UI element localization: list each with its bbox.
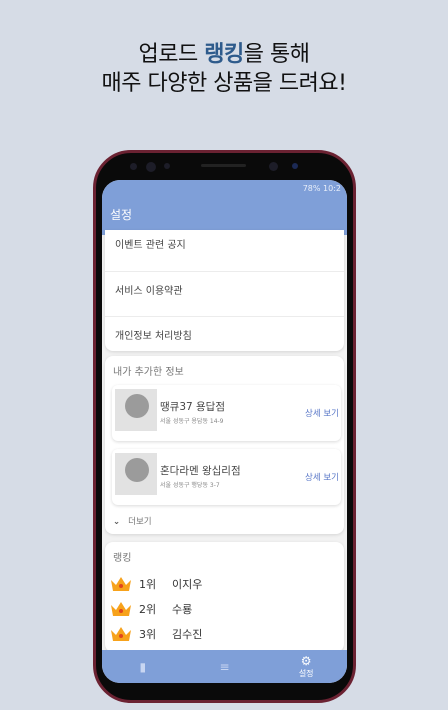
- app-screen: 78% 10:2 설정 이벤트 관련 공지 서비스 이용약관 개인정보 처리방침…: [102, 180, 347, 683]
- ranking-section: 랭킹 1위 이지우 2위 수룡 3위 김수진: [105, 542, 344, 652]
- page-title: 설정: [110, 208, 133, 222]
- more-button[interactable]: ⌄ 더보기: [105, 513, 344, 533]
- menu-item-privacy[interactable]: 개인정보 처리방침: [105, 317, 344, 351]
- place-card[interactable]: 혼다라멘 왕십리점 서울 성동구 행당동 3-7 상세 보기: [112, 449, 341, 505]
- nav-settings[interactable]: ⚙ 설정: [265, 650, 347, 683]
- nav-map[interactable]: ▮: [102, 650, 184, 683]
- headline-highlight: 랭킹: [204, 42, 244, 67]
- headline-line2: 매주 다양한 상품을 드려요!: [101, 71, 347, 96]
- rank-position: 1위: [139, 577, 157, 591]
- place-name: 혼다라멘 왕십리점: [160, 465, 241, 477]
- rank-name: 김수진: [172, 627, 203, 641]
- place-name: 땡큐37 용답점: [160, 401, 225, 413]
- menu-icon: ≡: [219, 659, 230, 674]
- promo-headline: 업로드 랭킹을 통해 매주 다양한 상품을 드려요!: [0, 40, 448, 98]
- place-address: 서울 성동구 용답동 14-9: [160, 418, 224, 425]
- more-label: 더보기: [128, 517, 152, 527]
- sensor-icon: [164, 163, 170, 169]
- headline-text: 업로드: [138, 42, 205, 67]
- rank-position: 2위: [139, 602, 157, 616]
- chevron-down-icon: ⌄: [113, 517, 121, 527]
- ranking-row: 2위 수룡: [105, 596, 344, 621]
- status-bar: 78% 10:2: [302, 184, 341, 193]
- view-detail-link[interactable]: 상세 보기: [305, 471, 339, 483]
- crown-icon: [111, 576, 131, 591]
- rank-name: 이지우: [172, 577, 203, 591]
- speaker-grille: [201, 164, 246, 167]
- nav-settings-label: 설정: [298, 669, 314, 678]
- headline-text: 을 통해: [243, 42, 310, 67]
- place-thumbnail: [115, 453, 157, 495]
- bottom-nav: ▮ ≡ ⚙ 설정: [102, 650, 347, 683]
- ranking-row: 3위 김수진: [105, 621, 344, 646]
- sensor-icon: [292, 163, 298, 169]
- place-thumbnail: [115, 389, 157, 431]
- app-bar: 78% 10:2 설정: [102, 180, 347, 235]
- place-address: 서울 성동구 행당동 3-7: [160, 482, 220, 489]
- ranking-row: 1위 이지우: [105, 571, 344, 596]
- settings-menu: 이벤트 관련 공지 서비스 이용약관 개인정보 처리방침: [105, 230, 344, 351]
- phone-mockup: 78% 10:2 설정 이벤트 관련 공지 서비스 이용약관 개인정보 처리방침…: [93, 150, 356, 703]
- nav-list[interactable]: ≡: [184, 650, 266, 683]
- map-icon: ▮: [139, 659, 147, 674]
- globe-icon: [125, 394, 149, 418]
- rank-position: 3위: [139, 627, 157, 641]
- crown-icon: [111, 601, 131, 616]
- place-card[interactable]: 땡큐37 용답점 서울 성동구 용답동 14-9 상세 보기: [112, 385, 341, 441]
- camera-icon: [269, 162, 278, 171]
- view-detail-link[interactable]: 상세 보기: [305, 407, 339, 419]
- section-label: 랭킹: [113, 553, 132, 564]
- section-label: 내가 추가한 정보: [113, 367, 184, 378]
- crown-icon: [111, 626, 131, 641]
- gear-icon: ⚙: [300, 654, 312, 668]
- rank-name: 수룡: [172, 602, 193, 616]
- sensor-icon: [130, 163, 137, 170]
- camera-icon: [146, 162, 156, 172]
- my-info-section: 내가 추가한 정보 땡큐37 용답점 서울 성동구 용답동 14-9 상세 보기…: [105, 356, 344, 534]
- menu-item-terms[interactable]: 서비스 이용약관: [105, 272, 344, 317]
- menu-item-event-notice[interactable]: 이벤트 관련 공지: [105, 230, 344, 272]
- globe-icon: [125, 458, 149, 482]
